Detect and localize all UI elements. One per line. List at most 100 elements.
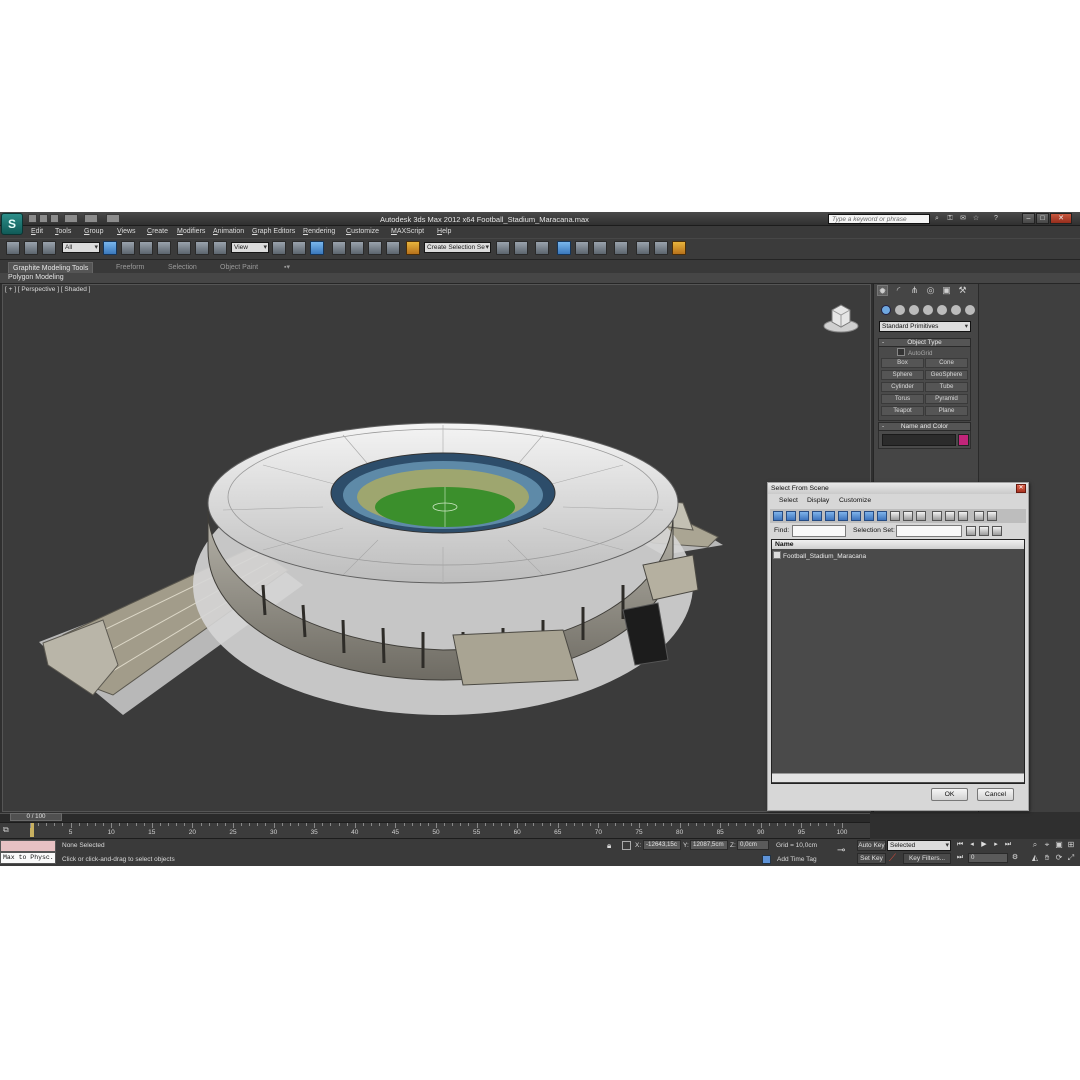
tube-button[interactable]: Tube (925, 382, 968, 392)
menu-customize[interactable]: Customize (346, 228, 379, 235)
previous-frame-icon[interactable]: ◂ (967, 840, 977, 850)
motion-tab-icon[interactable]: ◎ (925, 285, 936, 296)
next-frame-icon[interactable]: ▸ (991, 840, 1001, 850)
close-button[interactable]: ✕ (1050, 213, 1072, 224)
help-icon[interactable]: ? (992, 215, 1000, 223)
material-editor-icon[interactable] (614, 241, 628, 255)
communication-icon[interactable]: ✉ (959, 215, 967, 223)
display-helpers-icon[interactable] (825, 511, 835, 521)
time-slider-thumb[interactable]: 0 / 100 (10, 813, 62, 821)
align-icon[interactable] (514, 241, 528, 255)
select-invert-icon[interactable] (958, 511, 968, 521)
utilities-tab-icon[interactable]: ⚒ (957, 285, 968, 296)
ribbon-options-icon[interactable]: ▪▾ (280, 262, 294, 273)
favorites-icon[interactable]: ☆ (972, 215, 980, 223)
systems-icon[interactable] (965, 305, 975, 315)
keyboard-shortcut-icon[interactable] (310, 241, 324, 255)
tab-freeform[interactable]: Freeform (112, 262, 148, 273)
pyramid-button[interactable]: Pyramid (925, 394, 968, 404)
display-geometry-icon[interactable] (773, 511, 783, 521)
tab-selection[interactable]: Selection (164, 262, 201, 273)
hierarchy-tab-icon[interactable]: ⋔ (909, 285, 920, 296)
x-coordinate-field[interactable]: -12643,15c (643, 840, 681, 850)
current-frame-field[interactable]: 0 (968, 853, 1008, 863)
name-color-rollout[interactable]: - Name and Color (878, 422, 971, 431)
name-column-header[interactable]: Name (772, 540, 1024, 549)
scale-icon[interactable] (213, 241, 227, 255)
edit-named-selection-icon[interactable] (406, 241, 420, 255)
subscription-icon[interactable]: ⚿ (946, 215, 954, 223)
display-invert-icon[interactable] (916, 511, 926, 521)
save-file-icon[interactable] (50, 214, 59, 223)
select-none-icon[interactable] (945, 511, 955, 521)
perspective-viewport[interactable] (2, 284, 871, 812)
selection-region-icon[interactable] (139, 241, 153, 255)
z-coordinate-field[interactable]: 0,0cm (737, 840, 769, 850)
plane-button[interactable]: Plane (925, 406, 968, 416)
undo-icon[interactable] (64, 214, 78, 223)
selection-set-dropdown[interactable] (896, 525, 962, 537)
selection-filter-dropdown[interactable]: All (62, 242, 100, 253)
search-input[interactable]: Type a keyword or phrase (828, 214, 930, 224)
bind-space-warp-icon[interactable] (42, 241, 56, 255)
named-selection-set-dropdown[interactable]: Create Selection Se (424, 242, 491, 253)
curve-editor-icon[interactable] (575, 241, 589, 255)
pan-view-icon[interactable]: ✋︎ (1042, 853, 1052, 863)
display-xrefs-icon[interactable] (864, 511, 874, 521)
menu-maxscript[interactable]: MAXScript (391, 228, 424, 235)
create-tab-icon[interactable]: ✹ (877, 285, 888, 296)
helpers-icon[interactable] (937, 305, 947, 315)
torus-button[interactable]: Torus (881, 394, 924, 404)
menu-animation[interactable]: Animation (213, 228, 244, 235)
object-type-rollout[interactable]: - Object Type (878, 338, 971, 347)
menu-group[interactable]: Group (84, 228, 103, 235)
binoculars-icon[interactable]: ⌕ (933, 215, 941, 223)
space-warps-icon[interactable] (951, 305, 961, 315)
select-by-name-icon[interactable] (121, 241, 135, 255)
box-button[interactable]: Box (881, 358, 924, 368)
app-logo-button[interactable]: S (1, 213, 23, 235)
display-shapes-icon[interactable] (786, 511, 796, 521)
zoom-all-icon[interactable]: ⌖ (1042, 840, 1052, 850)
field-of-view-icon[interactable]: ◭ (1030, 853, 1040, 863)
time-tag-icon[interactable] (762, 855, 771, 864)
key-filters-button[interactable]: Key Filters... (903, 853, 951, 864)
geometry-icon[interactable] (881, 305, 891, 315)
add-time-tag[interactable]: Add Time Tag (777, 856, 817, 863)
orbit-icon[interactable]: ⟳ (1054, 853, 1064, 863)
set-key-button[interactable]: Set Key (857, 853, 886, 864)
select-object-icon[interactable] (103, 241, 117, 255)
unlink-icon[interactable] (24, 241, 38, 255)
zoom-extents-icon[interactable]: ▣ (1054, 840, 1064, 850)
menu-edit[interactable]: Edit (31, 228, 43, 235)
menu-modifiers[interactable]: Modifiers (177, 228, 205, 235)
menu-views[interactable]: Views (117, 228, 136, 235)
play-icon[interactable]: ▶ (979, 840, 989, 850)
select-all-icon[interactable] (932, 511, 942, 521)
polygon-modeling-panel[interactable]: Polygon Modeling (8, 274, 64, 281)
link-icon[interactable] (6, 241, 20, 255)
key-mode-dropdown[interactable]: Selected (887, 840, 951, 851)
dialog-menu-select[interactable]: Select (779, 497, 798, 504)
teapot-button[interactable]: Teapot (881, 406, 924, 416)
maximize-viewport-icon[interactable]: ⤢ (1066, 853, 1076, 863)
dialog-close-button[interactable]: ✕ (1016, 484, 1026, 493)
display-none-icon[interactable] (903, 511, 913, 521)
open-file-icon[interactable] (39, 214, 48, 223)
y-coordinate-field[interactable]: 12087,5cm (690, 840, 728, 850)
cylinder-button[interactable]: Cylinder (881, 382, 924, 392)
tab-graphite-modeling-tools[interactable]: Graphite Modeling Tools (8, 262, 94, 273)
add-to-set-icon[interactable] (979, 526, 989, 536)
display-space-warps-icon[interactable] (838, 511, 848, 521)
dialog-menu-display[interactable]: Display (807, 497, 829, 504)
zoom-extents-all-icon[interactable]: ⊞ (1066, 840, 1076, 850)
hierarchy-display-icon[interactable] (987, 511, 997, 521)
geosphere-button[interactable]: GeoSphere (925, 370, 968, 380)
schematic-view-icon[interactable] (593, 241, 607, 255)
filter-icon[interactable] (974, 511, 984, 521)
move-icon[interactable] (177, 241, 191, 255)
list-item[interactable]: Football_Stadium_Maracana (773, 551, 866, 560)
horizontal-scrollbar[interactable] (772, 773, 1024, 782)
manipulate-icon[interactable] (292, 241, 306, 255)
menu-tools[interactable]: Tools (55, 228, 71, 235)
